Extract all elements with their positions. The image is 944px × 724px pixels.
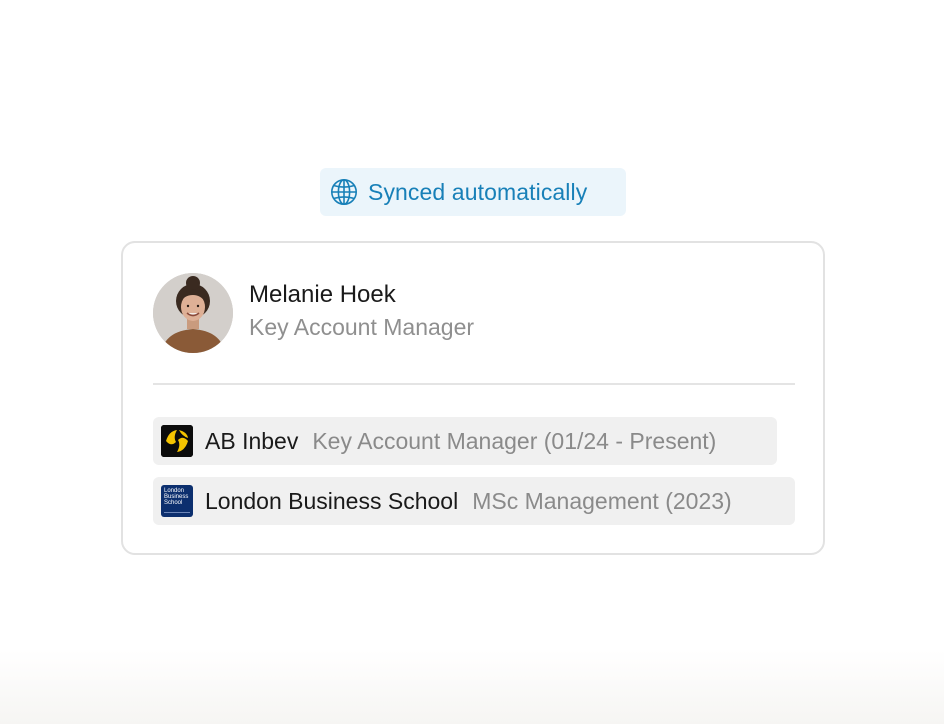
experience-item: AB Inbev Key Account Manager (01/24 - Pr… bbox=[153, 417, 777, 465]
profile-card: Melanie Hoek Key Account Manager AB Inbe… bbox=[121, 241, 825, 555]
experience-detail: MSc Management (2023) bbox=[472, 487, 732, 514]
organization-name: AB Inbev bbox=[205, 427, 299, 454]
sync-status-label: Synced automatically bbox=[368, 178, 588, 205]
ab-inbev-logo bbox=[161, 425, 193, 457]
experience-detail: Key Account Manager (01/24 - Present) bbox=[312, 427, 717, 454]
sync-status-badge: Synced automatically bbox=[320, 168, 626, 216]
profile-title: Key Account Manager bbox=[249, 314, 475, 340]
avatar bbox=[153, 273, 233, 353]
organization-name: London Business School bbox=[205, 487, 459, 514]
globe-icon bbox=[330, 178, 358, 206]
london-business-school-logo: London Business School bbox=[161, 485, 193, 517]
divider bbox=[153, 383, 795, 385]
experience-item: London Business School London Business S… bbox=[153, 477, 795, 525]
profile-name: Melanie Hoek bbox=[249, 281, 396, 308]
